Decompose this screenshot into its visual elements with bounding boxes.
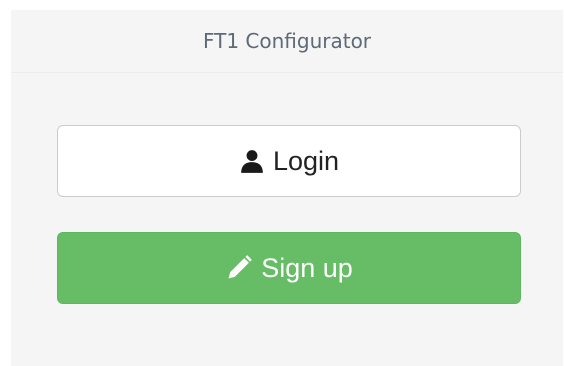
panel-title: FT1 Configurator [202, 29, 372, 53]
signup-button[interactable]: Sign up [57, 232, 521, 304]
login-button-label: Login [272, 145, 340, 176]
login-button[interactable]: Login [57, 125, 521, 197]
signup-button-label: Sign up [261, 252, 353, 283]
login-panel: FT1 Configurator Login Sign up [11, 10, 563, 366]
panel-header: FT1 Configurator [11, 10, 563, 73]
pencil-icon [225, 254, 253, 282]
user-icon [239, 148, 265, 174]
